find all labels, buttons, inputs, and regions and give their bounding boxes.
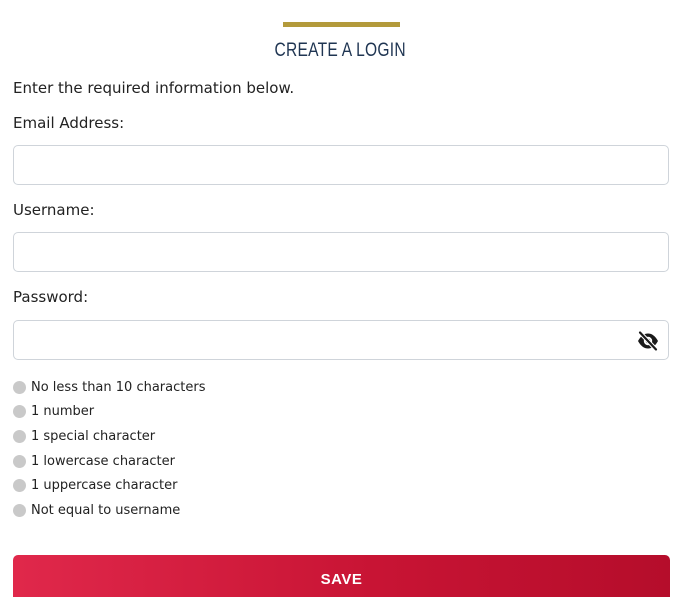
requirement-status-icon [13,503,26,517]
password-field[interactable] [13,320,669,360]
username-field[interactable] [13,232,669,272]
save-button-label: SAVE [320,571,363,588]
toggle-password-visibility-button[interactable] [636,330,660,352]
password-rule-label: 1 uppercase character [31,478,178,494]
email-label: Email Address: [13,114,125,132]
password-rule-item: Not equal to username [13,498,205,523]
requirement-status-icon [13,479,26,493]
requirement-status-icon [13,429,26,443]
password-rule-label: No less than 10 characters [31,379,206,395]
requirement-status-icon [13,405,26,419]
password-requirements-list: No less than 10 characters 1 number 1 sp… [13,375,205,523]
title-accent-bar [283,22,400,27]
password-rule-item: 1 lowercase character [13,449,205,474]
password-label: Password: [13,288,89,306]
save-button[interactable]: SAVE [13,555,670,597]
password-rule-item: 1 special character [13,424,205,449]
password-rule-item: No less than 10 characters [13,375,205,400]
requirement-status-icon [13,380,26,394]
password-rule-label: Not equal to username [31,502,181,518]
eye-slash-icon [637,330,659,352]
requirement-status-icon [13,454,26,468]
password-rule-item: 1 uppercase character [13,473,205,498]
password-rule-item: 1 number [13,400,205,425]
page-title: CREATE A LOGIN [274,40,406,61]
password-rule-label: 1 number [31,404,95,420]
password-rule-label: 1 special character [31,428,156,444]
email-field[interactable] [13,145,669,185]
username-label: Username: [13,201,95,219]
form-instructions: Enter the required information below. [13,79,295,97]
password-rule-label: 1 lowercase character [31,453,175,469]
